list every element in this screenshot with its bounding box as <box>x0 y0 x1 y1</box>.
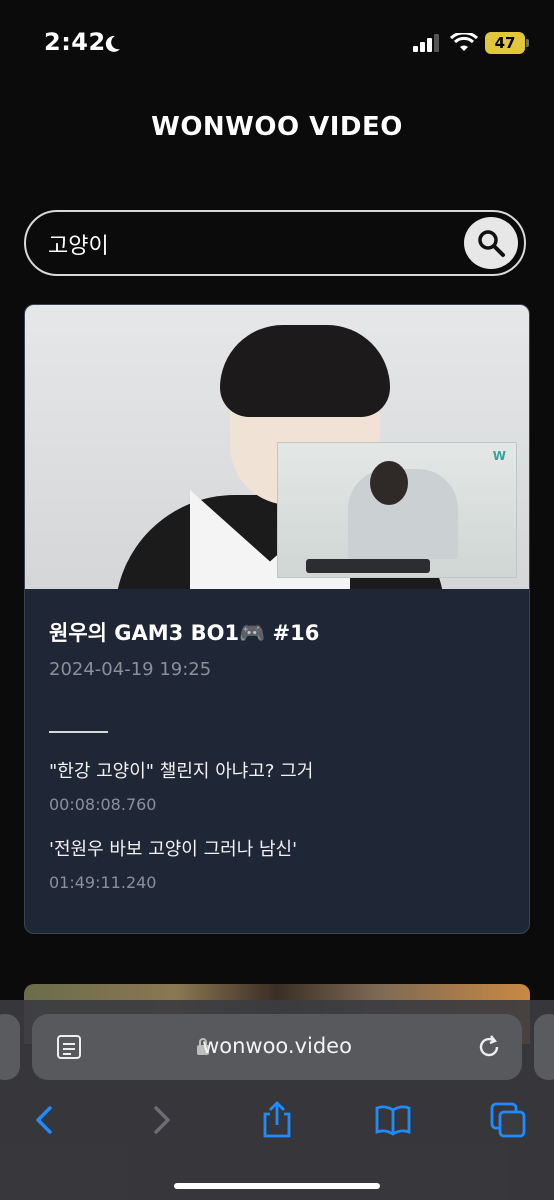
browser-toolbar: wonwoo.video <box>0 1000 554 1200</box>
subtitle-hit-timestamp[interactable]: 00:08:08.760 <box>49 795 156 814</box>
subtitle-hit-text[interactable]: '전원우 바보 고양이 그러나 남신' <box>49 835 297 861</box>
thumbnail-figure-hair <box>220 325 390 417</box>
battery-tip <box>526 39 529 47</box>
home-indicator[interactable] <box>174 1183 380 1189</box>
moon-icon <box>105 35 120 52</box>
subtitle-hit-text[interactable]: "한강 고양이" 챌린지 아냐고? 그거 <box>49 757 313 783</box>
address-bar[interactable]: wonwoo.video <box>32 1014 522 1080</box>
search-icon <box>478 230 505 257</box>
video-date: 2024-04-19 19:25 <box>49 659 212 680</box>
search-input[interactable] <box>46 224 450 264</box>
divider <box>49 731 108 733</box>
inset-desk <box>306 559 430 573</box>
search-button[interactable] <box>464 217 518 269</box>
next-tab-peek[interactable] <box>534 1014 554 1080</box>
back-icon[interactable] <box>26 1100 66 1140</box>
tabs-icon[interactable] <box>488 1100 528 1140</box>
inset-logo: W <box>492 449 506 463</box>
status-bar: 2:42 47 <box>0 0 554 90</box>
share-icon[interactable] <box>257 1100 297 1140</box>
reload-icon[interactable] <box>476 1034 502 1060</box>
bookmarks-icon[interactable] <box>373 1100 413 1140</box>
cellular-signal-icon <box>413 34 439 52</box>
video-result-card[interactable]: W 원우의 GAM3 BO1🎮 #16 2024-04-19 19:25 "한강… <box>24 304 530 934</box>
wifi-icon <box>450 33 478 51</box>
subtitle-hit-timestamp[interactable]: 01:49:11.240 <box>49 873 156 892</box>
video-thumbnail[interactable]: W <box>25 305 529 589</box>
inset-figure-head <box>370 461 408 505</box>
video-title[interactable]: 원우의 GAM3 BO1🎮 #16 <box>49 617 319 647</box>
forward-icon[interactable] <box>140 1100 180 1140</box>
thumbnail-inset-frame: W <box>277 442 517 578</box>
previous-tab-peek[interactable] <box>0 1014 20 1080</box>
search-bar <box>24 210 526 276</box>
clock: 2:42 <box>44 28 106 56</box>
battery-indicator: 47 <box>485 32 525 54</box>
url-text[interactable]: wonwoo.video <box>32 1034 522 1058</box>
site-title[interactable]: WONWOO VIDEO <box>0 112 554 142</box>
